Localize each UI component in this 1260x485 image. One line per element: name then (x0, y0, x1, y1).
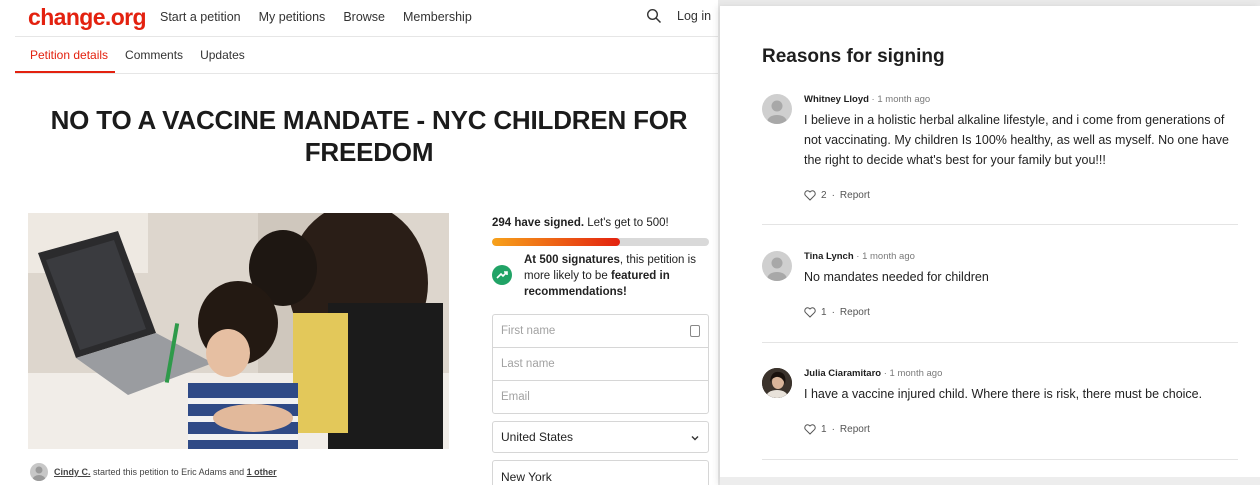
nav-divider (15, 36, 718, 37)
comment-meta: Whitney Lloyd · 1 month ago (804, 94, 931, 105)
tab-petition-details[interactable]: Petition details (30, 48, 108, 62)
nav-membership[interactable]: Membership (403, 10, 472, 24)
nav-links: Start a petition My petitions Browse Mem… (160, 10, 472, 24)
comment-actions: 1 · Report (804, 424, 870, 435)
signature-count-bold: 294 have signed. (492, 217, 585, 229)
country-select[interactable]: United States (492, 421, 709, 453)
comment-author: Whitney Lloyd (804, 94, 869, 105)
comment-text: No mandates needed for children (804, 270, 989, 284)
like-count: 1 (821, 424, 827, 435)
comment-author: Julia Ciaramitaro (804, 368, 882, 379)
signature-goal-text: Let's get to 500! (587, 217, 669, 229)
comment-author: Tina Lynch (804, 251, 854, 262)
like-count: 2 (821, 190, 827, 201)
boost-text: At 500 signatures, this petition is more… (524, 252, 709, 300)
starter-text: started this petition to Eric Adams and (93, 467, 245, 477)
report-link[interactable]: Report (840, 307, 870, 318)
signature-progress-fill (492, 238, 620, 246)
like-count: 1 (821, 307, 827, 318)
nav-browse[interactable]: Browse (343, 10, 385, 24)
petition-photo-illustration (28, 213, 449, 449)
petition-tabs: Petition details Comments Updates (30, 48, 245, 62)
petition-page: change.org Start a petition My petitions… (0, 0, 718, 485)
state-value: New York (501, 470, 552, 484)
first-name-placeholder: First name (501, 325, 556, 337)
report-link[interactable]: Report (840, 424, 870, 435)
comment-actions: 2 · Report (804, 190, 870, 201)
signature-count: 294 have signed. Let's get to 500! (492, 217, 669, 229)
nav-start-petition[interactable]: Start a petition (160, 10, 241, 24)
avatar (762, 368, 792, 398)
comment-time: 1 month ago (889, 368, 943, 379)
last-name-placeholder: Last name (501, 358, 555, 370)
petition-photo[interactable] (28, 213, 449, 449)
first-name-field[interactable]: First name (492, 314, 709, 348)
signature-progress-bar (492, 238, 709, 246)
comment-actions: 1 · Report (804, 307, 870, 318)
heart-icon[interactable] (804, 424, 816, 435)
comment-time: 1 month ago (877, 94, 931, 105)
user-icon (767, 257, 787, 281)
reasons-for-signing-panel: Reasons for signing Whitney Lloyd · 1 mo… (720, 6, 1260, 485)
trending-up-icon (492, 265, 512, 285)
heart-icon[interactable] (804, 307, 816, 318)
search-icon[interactable] (646, 8, 662, 24)
petition-title: NO TO A VACCINE MANDATE - NYC CHILDREN F… (50, 105, 688, 167)
tab-comments[interactable]: Comments (125, 48, 183, 62)
comment-item: Julia Ciaramitaro · 1 month ago I have a… (762, 368, 1238, 448)
email-placeholder: Email (501, 391, 530, 403)
tabs-divider (15, 73, 718, 74)
email-field[interactable]: Email (492, 380, 709, 414)
report-link[interactable]: Report (840, 190, 870, 201)
starter-avatar (30, 463, 48, 481)
comment-divider (762, 342, 1238, 343)
user-photo-icon (762, 368, 792, 398)
petition-starter: Cindy C. started this petition to Eric A… (30, 463, 277, 481)
comment-text: I have a vaccine injured child. Where th… (804, 387, 1203, 401)
last-name-field[interactable]: Last name (492, 347, 709, 381)
comment-text: I believe in a holistic herbal alkaline … (804, 113, 1229, 167)
comment-divider (762, 459, 1238, 460)
comment-divider (762, 224, 1238, 225)
starter-name-link[interactable]: Cindy C. (54, 467, 91, 477)
comment-time: 1 month ago (862, 251, 915, 262)
avatar (762, 251, 792, 281)
tab-updates[interactable]: Updates (200, 48, 245, 62)
state-field[interactable]: New York (492, 460, 709, 485)
comment-item: Tina Lynch · 1 month ago No mandates nee… (762, 251, 1238, 331)
top-navigation: change.org Start a petition My petitions… (0, 0, 718, 36)
comment-item: Whitney Lloyd · 1 month ago I believe in… (762, 94, 1238, 224)
country-value: United States (501, 430, 574, 444)
login-link[interactable]: Log in (677, 9, 711, 23)
nav-my-petitions[interactable]: My petitions (259, 10, 326, 24)
heart-icon[interactable] (804, 190, 816, 201)
boost-bold-1: At 500 signatures (524, 254, 620, 266)
user-icon (32, 466, 46, 481)
chevron-down-icon (691, 436, 699, 441)
reasons-title: Reasons for signing (762, 46, 945, 67)
panel-footer-bar (720, 477, 1260, 485)
avatar (762, 94, 792, 124)
starter-other-link[interactable]: 1 other (247, 467, 277, 477)
comment-meta: Julia Ciaramitaro · 1 month ago (804, 368, 943, 379)
comment-meta: Tina Lynch · 1 month ago (804, 251, 915, 262)
contact-card-icon (690, 325, 700, 337)
change-org-logo[interactable]: change.org (28, 4, 147, 31)
user-icon (767, 100, 787, 124)
